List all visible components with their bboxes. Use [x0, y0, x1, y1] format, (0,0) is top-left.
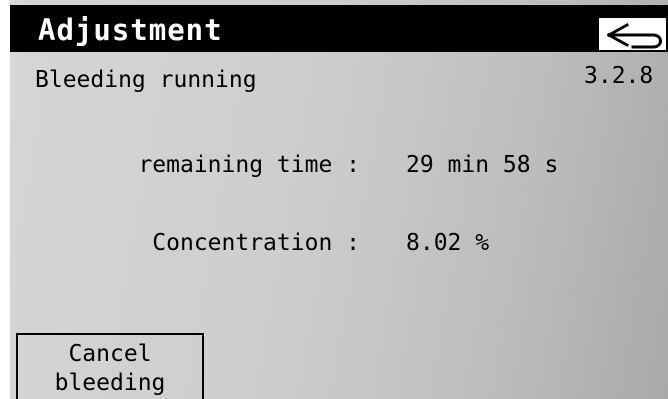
status-text: Bleeding running: [35, 67, 257, 93]
title-bar: Adjustment: [10, 5, 668, 52]
cancel-button-label-line2: bleeding: [54, 370, 166, 396]
page-title: Adjustment: [38, 13, 223, 47]
concentration-label: Concentration :: [152, 230, 360, 256]
screen-code: 3.2.8: [584, 63, 654, 89]
cancel-bleeding-button[interactable]: Cancel bleeding: [16, 333, 204, 399]
hmi-screen: Adjustment Bleeding running 3.2.8 remain…: [10, 0, 668, 399]
back-arrow-icon: [606, 22, 662, 49]
remaining-time-label: remaining time :: [138, 152, 360, 178]
concentration-value: 8.02 %: [406, 230, 490, 256]
back-button[interactable]: [597, 16, 668, 52]
cancel-button-label-line1: Cancel: [68, 341, 152, 367]
remaining-time-value: 29 min 58 s: [406, 152, 559, 178]
